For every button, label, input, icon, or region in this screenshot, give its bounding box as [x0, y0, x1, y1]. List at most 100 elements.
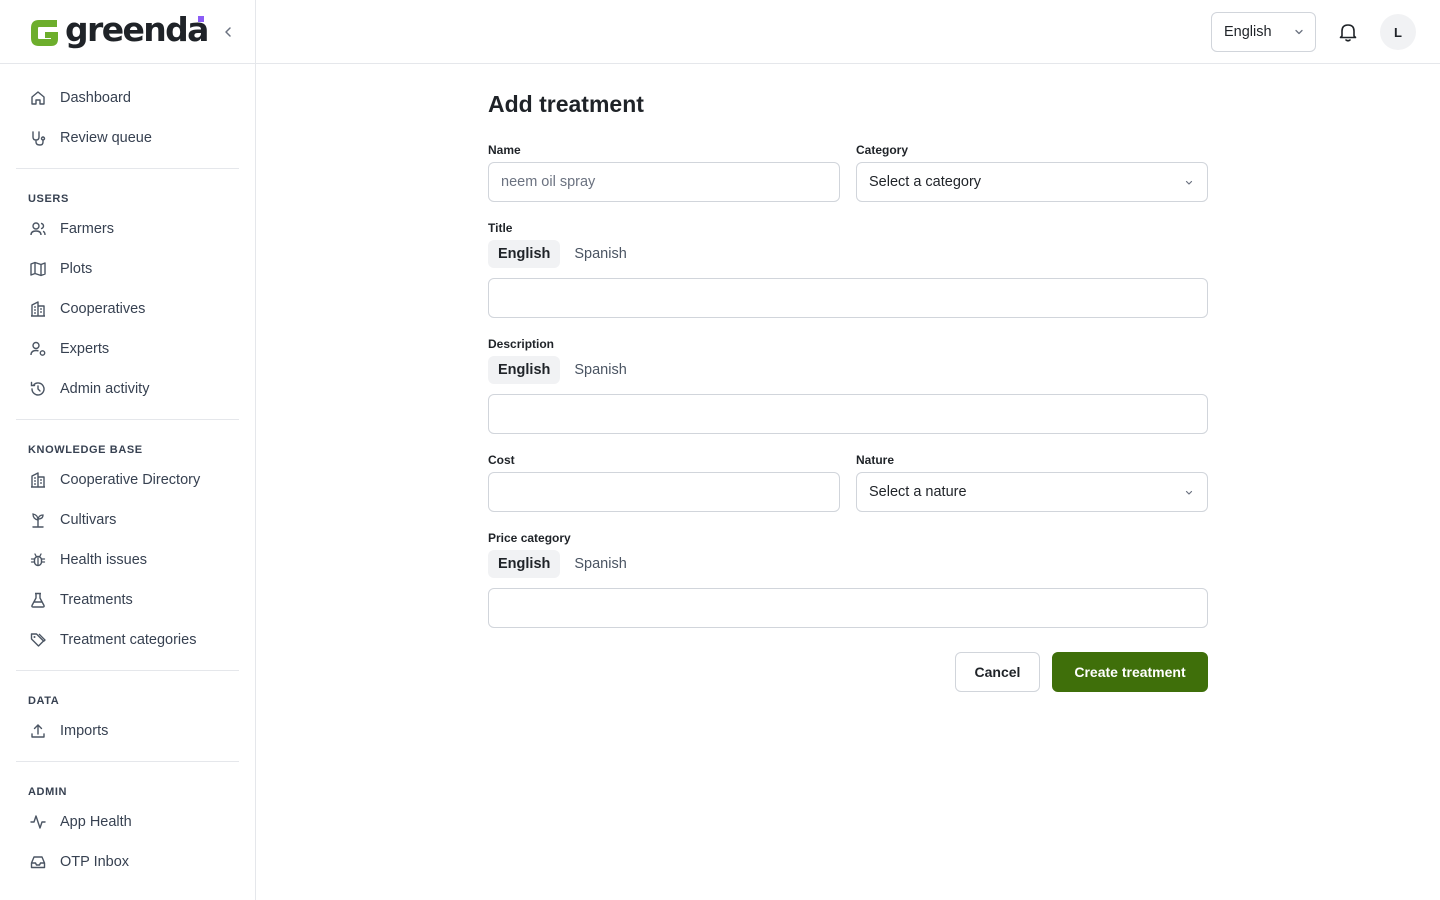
tab-description-english[interactable]: English	[488, 356, 561, 384]
chevron-down-icon	[1295, 29, 1303, 35]
section-title-users: USERS	[28, 193, 69, 205]
home-icon	[28, 88, 48, 108]
sidebar-item-dashboard[interactable]: Dashboard	[16, 78, 239, 118]
sidebar-item-label: OTP Inbox	[60, 854, 130, 870]
upload-icon	[28, 721, 48, 741]
greenda-logo-icon	[31, 19, 58, 46]
name-placeholder: neem oil spray	[501, 174, 596, 190]
description-language-tabs: English Spanish	[488, 356, 1208, 384]
notifications-button[interactable]	[1336, 20, 1360, 44]
name-label: Name	[488, 143, 521, 157]
nav-section-admin: ADMIN App Health OTP Inbox	[16, 772, 239, 892]
name-category-row: Name neem oil spray Category Select a ca…	[488, 142, 1208, 202]
greenda-logo[interactable]: greenda	[27, 10, 209, 51]
tab-price-category-english[interactable]: English	[488, 550, 561, 578]
chevron-left-icon	[225, 27, 231, 37]
sidebar-item-admin-activity[interactable]: Admin activity	[16, 369, 239, 409]
avatar[interactable]: L	[1380, 14, 1416, 50]
sidebar-item-cooperative-directory[interactable]: Cooperative Directory	[16, 460, 239, 500]
sidebar-item-cultivars[interactable]: Cultivars	[16, 500, 239, 540]
flask-icon	[28, 590, 48, 610]
sidebar-item-experts[interactable]: Experts	[16, 329, 239, 369]
sidebar-item-label: Admin activity	[60, 381, 150, 397]
nav-section-main: Dashboard Review queue	[16, 78, 239, 169]
nature-select[interactable]: Select a nature	[856, 472, 1208, 512]
sidebar-item-review-queue[interactable]: Review queue	[16, 118, 239, 158]
title-field: Title English Spanish	[488, 220, 1208, 318]
bug-icon	[28, 550, 48, 570]
sidebar-item-imports[interactable]: Imports	[16, 711, 239, 751]
nature-label: Nature	[856, 453, 895, 467]
price-category-input[interactable]	[488, 588, 1208, 628]
sidebar-item-label: Cultivars	[60, 512, 117, 528]
form-actions: Cancel Create treatment	[488, 652, 1208, 692]
building-icon	[28, 470, 48, 490]
chevron-down-icon	[1185, 490, 1193, 495]
section-title-admin: ADMIN	[28, 786, 68, 798]
sidebar-item-label: Treatment categories	[60, 632, 197, 648]
sidebar-nav: Dashboard Review queue USERS Farmers Plo…	[0, 64, 255, 892]
cost-nature-row: Cost Nature Select a nature	[488, 452, 1208, 512]
tab-title-english[interactable]: English	[488, 240, 561, 268]
inbox-icon	[28, 852, 48, 872]
create-treatment-button[interactable]: Create treatment	[1052, 652, 1208, 692]
title-label: Title	[488, 221, 513, 235]
nature-select-value: Select a nature	[869, 484, 967, 500]
nav-section-knowledge-base: KNOWLEDGE BASE Cooperative Directory Cul…	[16, 430, 239, 671]
description-label: Description	[488, 337, 555, 351]
sidebar-item-label: Review queue	[60, 130, 152, 146]
sidebar-item-label: Farmers	[60, 221, 114, 237]
sidebar-item-plots[interactable]: Plots	[16, 249, 239, 289]
nav-section-users: USERS Farmers Plots Cooperatives Experts…	[16, 179, 239, 420]
add-treatment-form: Add treatment Name neem oil spray Catego…	[488, 88, 1208, 692]
map-icon	[28, 259, 48, 279]
top-bar: English L	[256, 0, 1440, 64]
cancel-button[interactable]: Cancel	[955, 652, 1040, 692]
sidebar-item-treatments[interactable]: Treatments	[16, 580, 239, 620]
language-select[interactable]: English	[1211, 12, 1316, 52]
sidebar-item-label: App Health	[60, 814, 132, 830]
sprout-icon	[28, 510, 48, 530]
sidebar-item-cooperatives[interactable]: Cooperatives	[16, 289, 239, 329]
description-field: Description English Spanish	[488, 336, 1208, 434]
sidebar-item-app-health[interactable]: App Health	[16, 802, 239, 842]
sidebar-item-label: Plots	[60, 261, 93, 277]
price-category-language-tabs: English Spanish	[488, 550, 1208, 578]
brand-header: greenda	[0, 0, 255, 64]
building-icon	[28, 299, 48, 319]
sidebar-item-label: Imports	[60, 723, 109, 739]
sidebar-item-label: Treatments	[60, 592, 133, 608]
title-input[interactable]	[488, 278, 1208, 318]
price-category-field: Price category English Spanish	[488, 530, 1208, 628]
price-category-label: Price category	[488, 531, 571, 545]
brand-name: greenda	[65, 10, 209, 49]
cost-label: Cost	[488, 453, 515, 467]
bell-icon	[1339, 24, 1357, 42]
sidebar-item-health-issues[interactable]: Health issues	[16, 540, 239, 580]
description-input[interactable]	[488, 394, 1208, 434]
sidebar-item-label: Health issues	[60, 552, 148, 568]
sidebar-item-farmers[interactable]: Farmers	[16, 209, 239, 249]
page-title: Add treatment	[488, 91, 644, 117]
sidebar-item-label: Dashboard	[60, 90, 131, 106]
chevron-down-icon	[1185, 180, 1193, 185]
section-title-data: DATA	[28, 695, 60, 707]
tab-description-spanish[interactable]: Spanish	[564, 356, 636, 384]
nav-section-data: DATA Imports	[16, 681, 239, 762]
tab-title-spanish[interactable]: Spanish	[564, 240, 636, 268]
category-select-value: Select a category	[869, 174, 982, 190]
tab-price-category-spanish[interactable]: Spanish	[564, 550, 636, 578]
sidebar-item-label: Experts	[60, 341, 110, 357]
language-select-value: English	[1224, 24, 1272, 40]
category-select[interactable]: Select a category	[856, 162, 1208, 202]
name-input[interactable]: neem oil spray	[488, 162, 840, 202]
title-language-tabs: English Spanish	[488, 240, 1208, 268]
section-title-knowledge-base: KNOWLEDGE BASE	[28, 444, 143, 456]
sidebar-item-treatment-categories[interactable]: Treatment categories	[16, 620, 239, 660]
user-cog-icon	[28, 339, 48, 359]
brand-dot	[198, 16, 204, 22]
cost-input[interactable]	[488, 472, 840, 512]
collapse-sidebar-button[interactable]	[218, 22, 238, 42]
sidebar-item-otp-inbox[interactable]: OTP Inbox	[16, 842, 239, 882]
activity-icon	[28, 812, 48, 832]
